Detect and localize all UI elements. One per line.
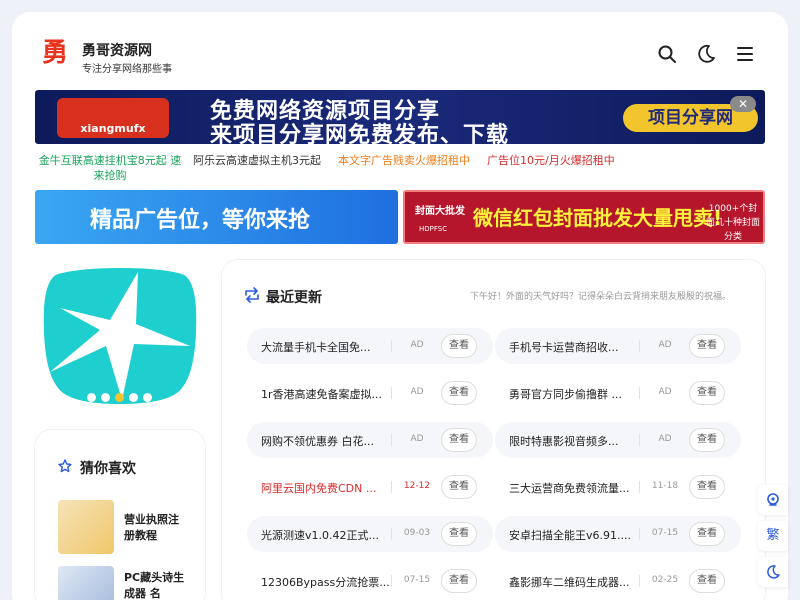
item-title[interactable]: 勇哥官方同步偷撸群 ... [509,386,622,402]
list-item: 大流量手机卡全国免... AD 查看 [247,328,493,364]
top-banner-ad[interactable]: xiangmufx 免费网络资源项目分享 来项目分享网免费发布、下载 项目分享网 [35,90,765,144]
list-item: 三大运营商免费领流量... 11-18 查看 [495,469,741,505]
text-ad-3[interactable]: 本文字广告贱卖火爆招租中 [338,153,470,168]
ad-right-headline: 微信红包封面批发大量甩卖! [473,206,723,230]
item-title[interactable]: 手机号卡运营商招收... [509,339,619,355]
item-title[interactable]: 阿里云国内免费CDN ... [261,480,376,496]
list-item: 手机号卡运营商招收... AD 查看 [495,328,741,364]
list-item: 安卓扫描全能王v6.91.... 07-15 查看 [495,516,741,552]
item-meta: AD [658,434,672,444]
view-button[interactable]: 查看 [689,334,725,358]
ad-left-text: 精品广告位，等你来抢 [90,208,311,233]
view-button[interactable]: 查看 [689,428,725,452]
support-icon[interactable] [758,485,788,515]
view-button[interactable]: 查看 [441,522,477,546]
divider [391,481,392,493]
item-meta: 12-12 [403,481,431,491]
divider [391,434,392,446]
item-title[interactable]: 安卓扫描全能王v6.91.... [509,527,631,543]
view-button[interactable]: 查看 [441,381,477,405]
ad-right-side: 1000+个封面几十种封面分类 [705,204,760,242]
text-ad-1[interactable]: 金牛互联高速挂机宝8元起 速来抢购 [35,153,185,183]
ad-right-tag-sub: HDPFSC [419,225,448,233]
list-item: 勇哥官方同步偷撸群 ... AD 查看 [495,375,741,411]
item-meta: 02-25 [651,575,679,585]
divider [639,434,640,446]
item-meta: AD [410,434,424,444]
guess-item-1[interactable]: 营业执照注册教程 [124,512,186,544]
refresh-icon [245,287,259,303]
item-title[interactable]: 大流量手机卡全国免... [261,339,371,355]
ad-banner-right[interactable]: 封面大批发 HDPFSC 微信红包封面批发大量甩卖! 1000+个封面几十种封面… [403,190,765,244]
list-item: 1r香港高速免备案虚拟... AD 查看 [247,375,493,411]
slider-dot[interactable] [101,393,110,402]
item-title[interactable]: 1r香港高速免备案虚拟... [261,386,382,402]
divider [639,575,640,587]
menu-icon[interactable] [735,44,755,64]
item-meta: AD [410,387,424,397]
view-button[interactable]: 查看 [441,569,477,593]
item-meta: 07-15 [651,528,679,538]
list-item: 光源测速v1.0.42正式... 09-03 查看 [247,516,493,552]
item-meta: 11-18 [651,481,679,491]
view-button[interactable]: 查看 [689,522,725,546]
item-meta: AD [658,387,672,397]
greeting-text: 下午好！外面的天气好吗？记得朵朵白云背捎来朋友殷殷的祝福。 [470,292,732,302]
item-meta: 07-15 [403,575,431,585]
view-button[interactable]: 查看 [689,381,725,405]
search-icon[interactable] [657,44,677,64]
guess-item-2[interactable]: PC藏头诗生成器 名 [124,570,186,600]
text-ad-4[interactable]: 广告位10元/月火爆招租中 [487,153,615,168]
list-item: 限时特惠影视音频多... AD 查看 [495,422,741,458]
banner-logo: xiangmufx [57,98,169,138]
list-item: 网购不领优惠券 白花... AD 查看 [247,422,493,458]
divider [639,481,640,493]
item-meta: AD [410,340,424,350]
site-slogan: 专注分享网络那些事 [82,64,172,75]
banner-line-2: 来项目分享网免费发布、下载 [210,123,510,144]
list-item: 鑫影挪车二维码生成器... 02-25 查看 [495,563,741,599]
view-button[interactable]: 查看 [441,334,477,358]
ad-banner-left[interactable]: 精品广告位，等你来抢 [35,190,398,244]
divider [639,340,640,352]
site-name[interactable]: 勇哥资源网 [82,40,152,60]
divider [639,387,640,399]
item-title[interactable]: 12306Bypass分流抢票... [261,574,390,590]
site-logo[interactable]: 勇 [40,38,70,68]
divider [391,575,392,587]
item-title[interactable]: 限时特惠影视音频多... [509,433,619,449]
list-item: 12306Bypass分流抢票... 07-15 查看 [247,563,493,599]
moon-icon[interactable] [696,44,716,64]
item-title[interactable]: 三大运营商免费领流量... [509,480,630,496]
guess-thumb-1[interactable] [58,500,114,554]
ad-right-tag: 封面大批发 [415,206,465,217]
slider-dot[interactable] [129,393,138,402]
recent-title: 最近更新 [266,290,322,306]
item-title[interactable]: 鑫影挪车二维码生成器... [509,574,630,590]
moon-icon[interactable] [758,557,788,587]
star-icon [58,459,72,473]
slider-dot[interactable] [87,393,96,402]
divider [639,528,640,540]
view-button[interactable]: 查看 [689,475,725,499]
list-item: 阿里云国内免费CDN ... 12-12 查看 [247,469,493,505]
item-title[interactable]: 网购不领优惠券 白花... [261,433,374,449]
divider [391,340,392,352]
guess-title: 猜你喜欢 [80,461,136,477]
divider [391,387,392,399]
guess-thumb-2[interactable] [58,566,114,600]
item-meta: 09-03 [403,528,431,538]
slider-dot[interactable] [143,393,152,402]
view-button[interactable]: 查看 [441,475,477,499]
slider-dot[interactable] [115,393,124,402]
text-ad-2[interactable]: 阿乐云高速虚拟主机3元起 [193,153,321,168]
item-meta: AD [658,340,672,350]
item-title[interactable]: 光源测速v1.0.42正式... [261,527,379,543]
view-button[interactable]: 查看 [689,569,725,593]
divider [391,528,392,540]
slider-image[interactable] [40,268,200,408]
close-icon[interactable]: ✕ [730,96,756,112]
traditional-chinese-icon[interactable]: 繁 [758,521,788,551]
view-button[interactable]: 查看 [441,428,477,452]
